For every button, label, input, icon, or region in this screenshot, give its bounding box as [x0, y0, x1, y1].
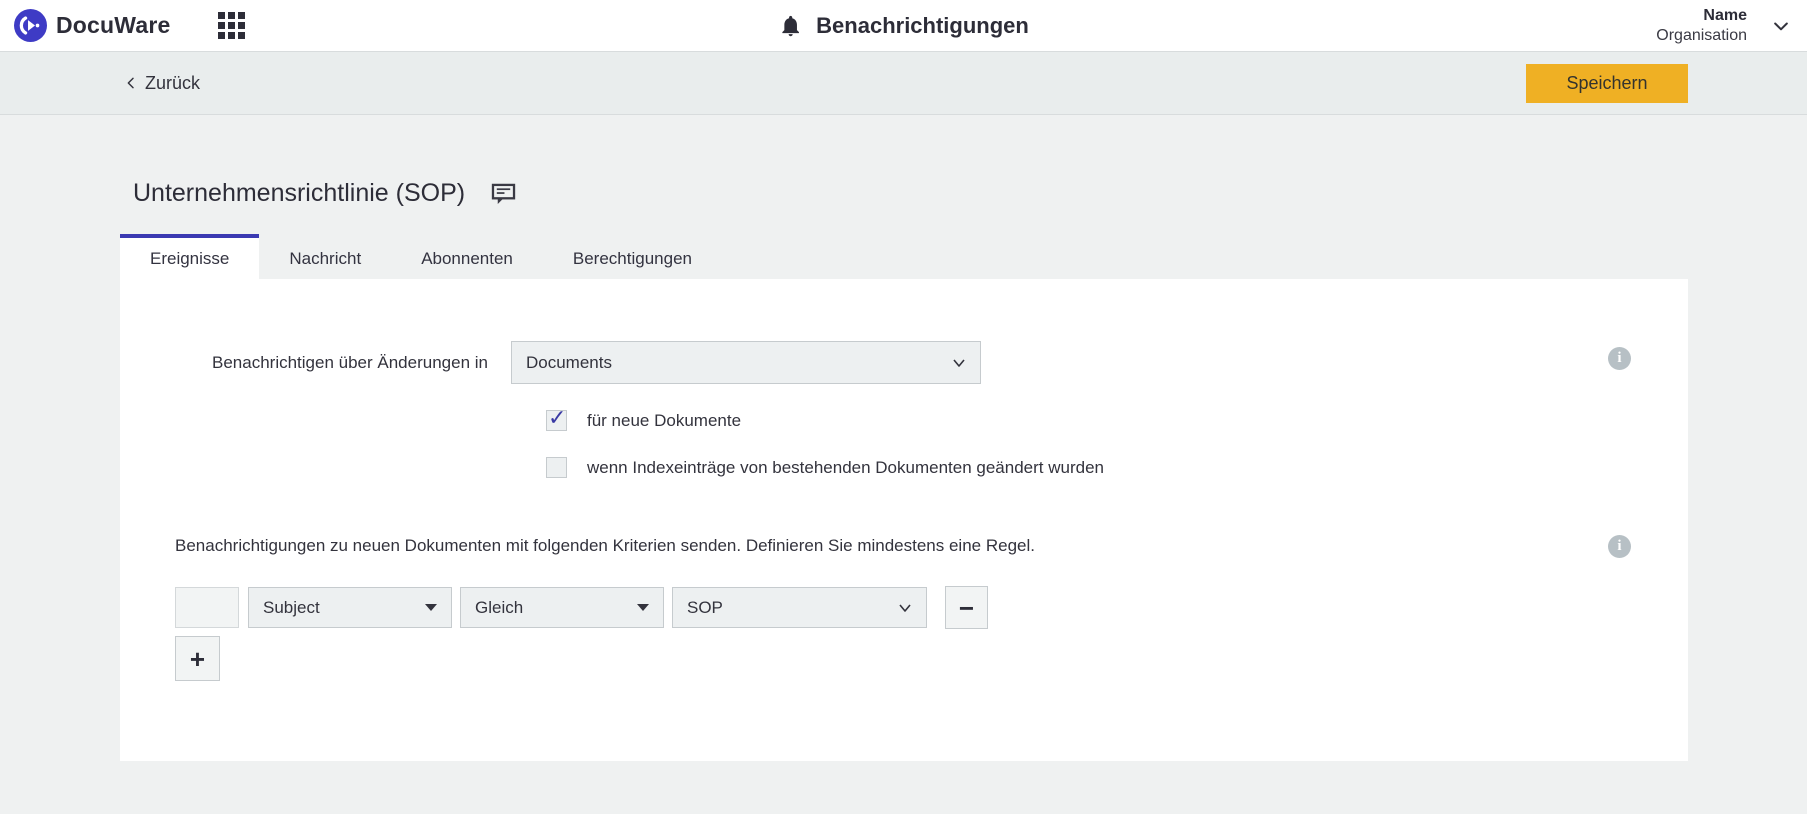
- rule-field-value: Subject: [263, 597, 320, 617]
- page-header-title: Benachrichtigungen: [816, 13, 1029, 38]
- bell-icon: [781, 15, 799, 37]
- notification-name: Unternehmensrichtlinie (SOP): [133, 179, 466, 207]
- tab-nachricht[interactable]: Nachricht: [259, 234, 391, 279]
- save-button[interactable]: Speichern: [1526, 63, 1688, 103]
- triangle-down-icon: [637, 604, 649, 611]
- brand-name: DocuWare: [56, 12, 171, 38]
- rule-value-select[interactable]: SOP: [672, 587, 927, 628]
- index-changed-row: wenn Indexeinträge von bestehenden Dokum…: [546, 457, 1633, 478]
- index-changed-checkbox[interactable]: [546, 457, 567, 478]
- info-icon[interactable]: i: [1608, 347, 1631, 370]
- header-title-group: Benachrichtigungen: [778, 0, 1029, 52]
- watch-row: Benachrichtigen über Änderungen in Docum…: [212, 341, 1633, 384]
- criteria-instruction: Benachrichtigungen zu neuen Dokumenten m…: [175, 536, 1035, 555]
- action-toolbar: Zurück Speichern: [0, 52, 1807, 115]
- top-bar: DocuWare Benachrichtigungen Name Organis…: [0, 0, 1807, 52]
- add-rule-row: +: [175, 636, 1633, 681]
- chevron-down-icon: [953, 358, 965, 367]
- watch-label: Benachrichtigen über Änderungen in: [212, 352, 488, 372]
- new-documents-label[interactable]: für neue Dokumente: [587, 411, 741, 431]
- new-documents-row: für neue Dokumente: [546, 405, 1633, 431]
- add-rule-button[interactable]: +: [175, 636, 220, 681]
- rule-row: Subject Gleich SOP −: [175, 586, 1633, 629]
- file-cabinet-select-value: Documents: [525, 352, 612, 372]
- rule-operator-value: Gleich: [475, 597, 524, 617]
- tab-ereignisse[interactable]: Ereignisse: [120, 234, 260, 279]
- app-grid-icon[interactable]: [217, 12, 245, 39]
- docuware-logo-icon: [14, 9, 47, 42]
- remove-rule-button[interactable]: −: [945, 586, 988, 629]
- user-info: Name Organisation: [1656, 6, 1747, 46]
- tab-abonnenten[interactable]: Abonnenten: [391, 234, 543, 279]
- index-changed-label[interactable]: wenn Indexeinträge von bestehenden Dokum…: [587, 458, 1104, 478]
- user-organisation: Organisation: [1656, 26, 1747, 44]
- chevron-down-icon: [1774, 22, 1788, 30]
- tab-berechtigungen[interactable]: Berechtigungen: [543, 234, 722, 279]
- info-icon[interactable]: i: [1608, 535, 1631, 558]
- tab-bar: Ereignisse Nachricht Abonnenten Berechti…: [120, 234, 1807, 279]
- content-area: Unternehmensrichtlinie (SOP) Ereignisse …: [0, 115, 1807, 761]
- new-documents-checkbox[interactable]: [546, 405, 567, 431]
- chevron-down-icon: [899, 603, 911, 612]
- rule-operator-select[interactable]: Gleich: [460, 587, 664, 628]
- rule-field-select[interactable]: Subject: [248, 587, 452, 628]
- rule-connector-box: [175, 587, 239, 628]
- events-panel: Benachrichtigen über Änderungen in Docum…: [120, 279, 1688, 761]
- comment-icon[interactable]: [491, 183, 516, 205]
- file-cabinet-select[interactable]: Documents: [510, 341, 981, 384]
- rule-value-value: SOP: [687, 597, 723, 617]
- back-label: Zurück: [145, 72, 201, 93]
- notification-title-row: Unternehmensrichtlinie (SOP): [133, 179, 1807, 208]
- triangle-down-icon: [425, 604, 437, 611]
- user-menu[interactable]: Name Organisation: [1656, 6, 1791, 46]
- back-button[interactable]: Zurück: [123, 73, 200, 94]
- chevron-left-icon: [127, 77, 134, 89]
- user-name: Name: [1703, 6, 1747, 24]
- docuware-logo[interactable]: DocuWare: [14, 9, 171, 42]
